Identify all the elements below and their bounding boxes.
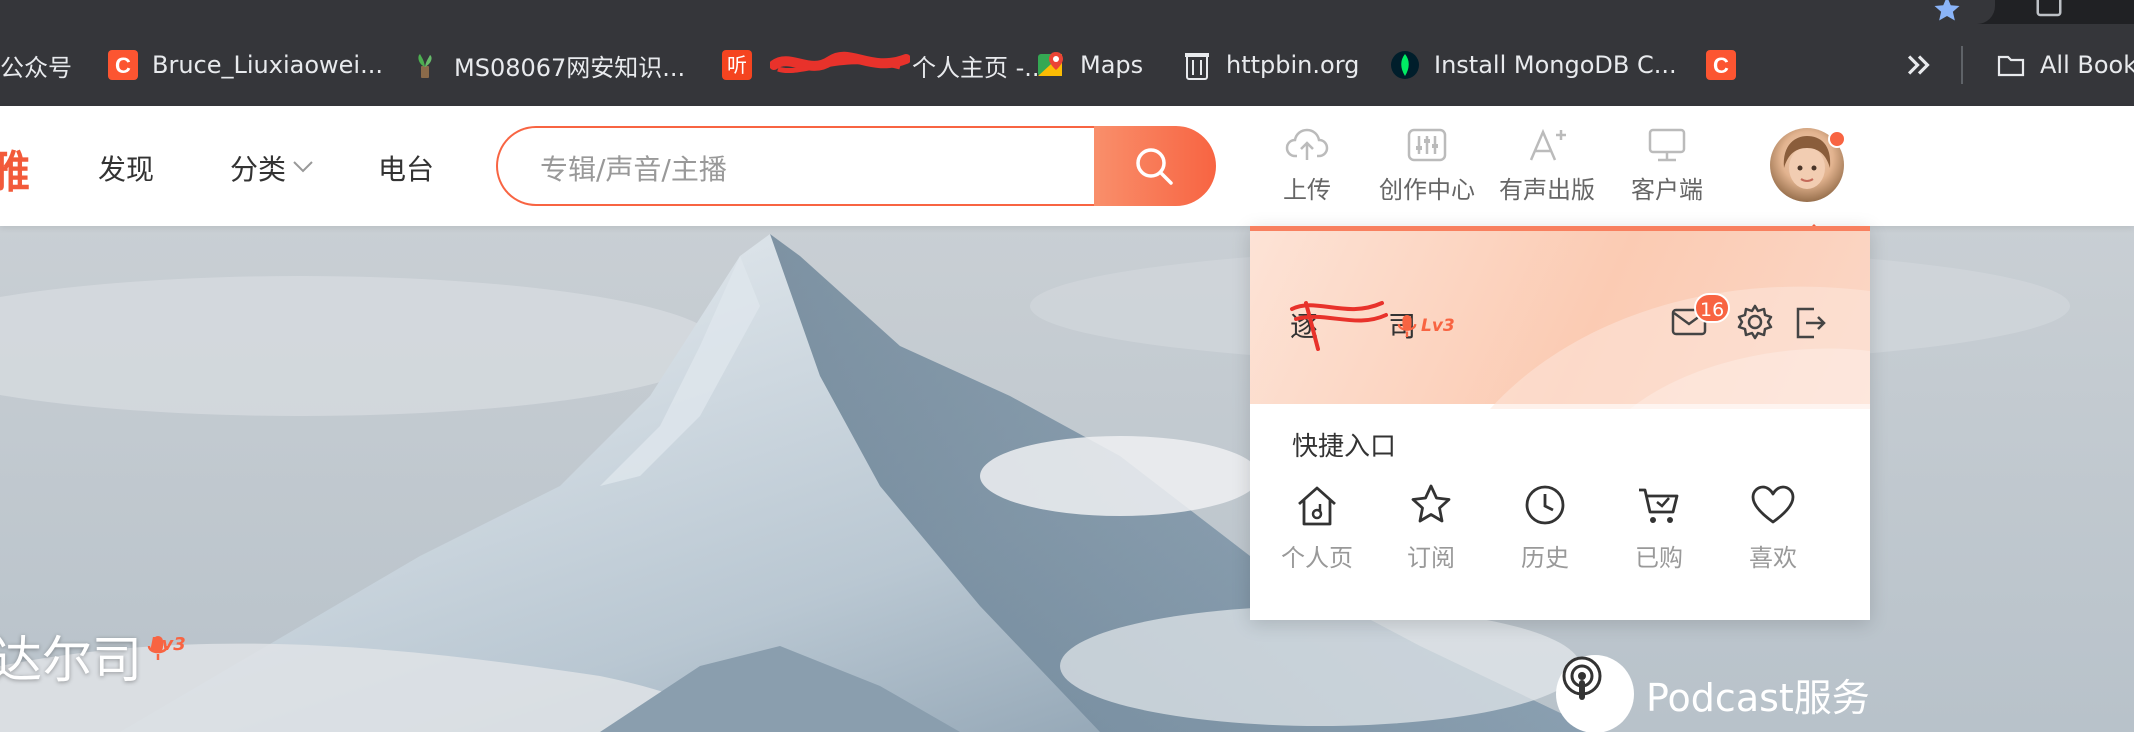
httpbin-icon bbox=[1185, 53, 1209, 80]
bookmark-item[interactable]: 公众号 bbox=[0, 24, 72, 106]
bookmark-label: httpbin.org bbox=[1226, 51, 1360, 79]
logout-icon[interactable] bbox=[1792, 305, 1828, 341]
quick-item-home[interactable]: 个人页 bbox=[1272, 482, 1362, 573]
bookmark-item[interactable]: C bbox=[1706, 24, 1750, 106]
search-placeholder: 专辑/声音/主播 bbox=[540, 153, 727, 186]
nav-discover[interactable]: 发现 bbox=[98, 148, 154, 188]
quick-item-label: 已购 bbox=[1635, 544, 1683, 572]
bookmark-item[interactable]: httpbin.org bbox=[1182, 24, 1359, 106]
quick-item-purchased[interactable]: 已购 bbox=[1614, 482, 1704, 573]
redaction-scribble bbox=[770, 51, 910, 74]
bookmark-label: Maps bbox=[1080, 51, 1144, 79]
chevron-down-icon[interactable] bbox=[292, 160, 314, 174]
bookmark-separator bbox=[1961, 46, 1963, 84]
level-badge: Lv3 bbox=[146, 634, 186, 660]
bookmarks-bar: 公众号 C Bruce_Liuxiaowei... MS08067网安知识...… bbox=[0, 24, 2134, 106]
client-download-button[interactable]: 客户端 bbox=[1612, 126, 1722, 205]
site-header: 雅 发现 分类 电台 专辑/声音/主播 上传 创作中心 有声出版 客户端 bbox=[0, 106, 2134, 232]
folder-icon bbox=[1997, 55, 2025, 77]
cloud-upload-icon bbox=[1285, 128, 1329, 160]
user-info-panel: 逐司 Lv3 16 bbox=[1250, 226, 1870, 409]
clock-icon bbox=[1525, 485, 1565, 525]
nav-category[interactable]: 分类 bbox=[230, 148, 286, 188]
podcast-icon bbox=[1556, 655, 1634, 732]
podcast-label: Podcast服务 bbox=[1646, 675, 1870, 720]
microphone-icon bbox=[1397, 315, 1417, 337]
ting-icon: 听 bbox=[722, 50, 752, 80]
bookmark-item[interactable]: Maps bbox=[1036, 24, 1143, 106]
csdn-icon: C bbox=[108, 50, 138, 80]
quick-item-label: 喜欢 bbox=[1749, 544, 1797, 572]
bookmark-item[interactable]: Install MongoDB C... bbox=[1390, 24, 1677, 106]
search-icon bbox=[1136, 148, 1173, 185]
audio-publish-label: 有声出版 bbox=[1499, 176, 1595, 204]
heart-icon bbox=[1751, 485, 1795, 524]
site-logo[interactable]: 雅 bbox=[0, 136, 30, 200]
svg-text:C: C bbox=[1713, 53, 1729, 78]
maps-icon bbox=[1038, 52, 1063, 76]
address-bar[interactable] bbox=[0, 0, 1995, 24]
upload-button[interactable]: 上传 bbox=[1252, 126, 1362, 205]
level-badge: Lv3 bbox=[1396, 313, 1455, 339]
profile-name: 达尔司 bbox=[0, 631, 142, 689]
bookmark-item[interactable]: 听 个人主页 -... bbox=[722, 24, 1047, 106]
client-label: 客户端 bbox=[1631, 176, 1703, 204]
audio-publish-button[interactable]: 有声出版 bbox=[1492, 126, 1602, 205]
text-plus-icon bbox=[1529, 128, 1566, 161]
message-count-badge: 16 bbox=[1694, 293, 1731, 323]
browser-titlebar bbox=[0, 0, 2134, 24]
quick-access-title: 快捷入口 bbox=[1292, 432, 1397, 462]
bookmark-item[interactable]: C Bruce_Liuxiaowei... bbox=[108, 24, 383, 106]
star-icon bbox=[1411, 484, 1451, 523]
bookmark-label: Bruce_Liuxiaowei... bbox=[152, 51, 383, 79]
search-button[interactable] bbox=[1094, 126, 1216, 206]
quick-item-history[interactable]: 历史 bbox=[1500, 482, 1590, 573]
bookmark-label: 公众号 bbox=[0, 53, 72, 82]
csdn-icon: C bbox=[1706, 50, 1736, 80]
sliders-icon bbox=[1407, 128, 1447, 162]
chevron-double-right-icon[interactable] bbox=[1902, 48, 1936, 82]
user-dropdown-menu: 逐司 Lv3 16 快捷入口 个人页 订阅 历史 已购 喜欢 bbox=[1250, 226, 1870, 620]
podcast-service-button[interactable]: Podcast服务 bbox=[1556, 654, 1870, 732]
gear-icon[interactable] bbox=[1736, 303, 1774, 341]
all-bookmarks-label: All Book bbox=[2040, 51, 2134, 79]
svg-text:C: C bbox=[115, 53, 131, 78]
redaction-scribble bbox=[1290, 301, 1388, 351]
search-input[interactable]: 专辑/声音/主播 bbox=[496, 126, 1094, 206]
quick-item-subscribe[interactable]: 订阅 bbox=[1386, 482, 1476, 573]
microphone-icon bbox=[147, 636, 169, 660]
bookmark-label: 个人主页 -... bbox=[912, 53, 1048, 82]
cart-icon bbox=[1639, 488, 1679, 523]
home-icon bbox=[1298, 486, 1336, 526]
quick-item-label: 个人页 bbox=[1281, 544, 1353, 572]
level-text: Lv3 bbox=[1421, 316, 1455, 336]
all-bookmarks-button[interactable]: All Book bbox=[1996, 24, 2134, 106]
creator-center-button[interactable]: 创作中心 bbox=[1372, 126, 1482, 205]
nav-radio[interactable]: 电台 bbox=[378, 148, 434, 188]
extension-icon[interactable] bbox=[2034, 0, 2064, 20]
bookmark-item[interactable]: MS08067网安知识... bbox=[410, 24, 685, 106]
monitor-icon bbox=[1648, 128, 1686, 162]
notification-dot bbox=[1828, 130, 1846, 148]
bookmark-label: Install MongoDB C... bbox=[1434, 51, 1677, 79]
plant-icon bbox=[418, 54, 432, 78]
bookmark-label: MS08067网安知识... bbox=[454, 53, 686, 82]
creator-center-label: 创作中心 bbox=[1379, 176, 1475, 204]
mongodb-icon bbox=[1391, 51, 1419, 79]
bookmark-star-icon[interactable] bbox=[1932, 0, 1962, 24]
quick-item-label: 订阅 bbox=[1407, 544, 1455, 572]
quick-item-favorites[interactable]: 喜欢 bbox=[1728, 482, 1818, 573]
quick-item-label: 历史 bbox=[1521, 544, 1569, 572]
upload-label: 上传 bbox=[1283, 176, 1331, 204]
